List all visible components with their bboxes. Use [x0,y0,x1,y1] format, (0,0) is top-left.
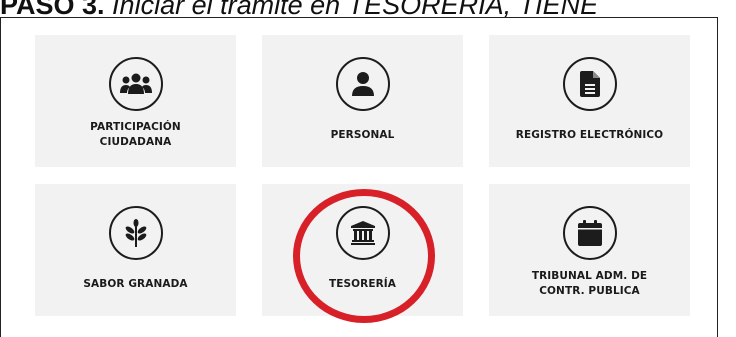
calendar-icon [562,206,617,260]
tile-registro-electronico[interactable]: REGISTRO ELECTRÓNICO [489,35,690,167]
tile-label: TRIBUNAL ADM. DE CONTR. PUBLICA [531,270,648,297]
leaf-icon [108,206,163,260]
bank-icon [335,206,390,260]
tile-sabor-granada[interactable]: SABOR GRANADA [35,184,236,316]
tile-label: PERSONAL [330,128,395,141]
tile-participacion-ciudadana[interactable]: PARTICIPACIÓN CIUDADANA [35,35,236,167]
file-icon [562,57,617,111]
tile-label: SABOR GRANADA [83,277,188,290]
user-icon [335,57,390,111]
tile-tribunal-adm[interactable]: TRIBUNAL ADM. DE CONTR. PUBLICA [489,184,690,316]
tile-label: TESORERÍA [328,277,397,290]
tile-label: REGISTRO ELECTRÓNICO [515,128,664,141]
tile-personal[interactable]: PERSONAL [262,35,463,167]
tile-label: PARTICIPACIÓN CIUDADANA [90,121,181,148]
tile-tesoreria[interactable]: TESORERÍA [262,184,463,316]
users-icon [108,57,163,111]
